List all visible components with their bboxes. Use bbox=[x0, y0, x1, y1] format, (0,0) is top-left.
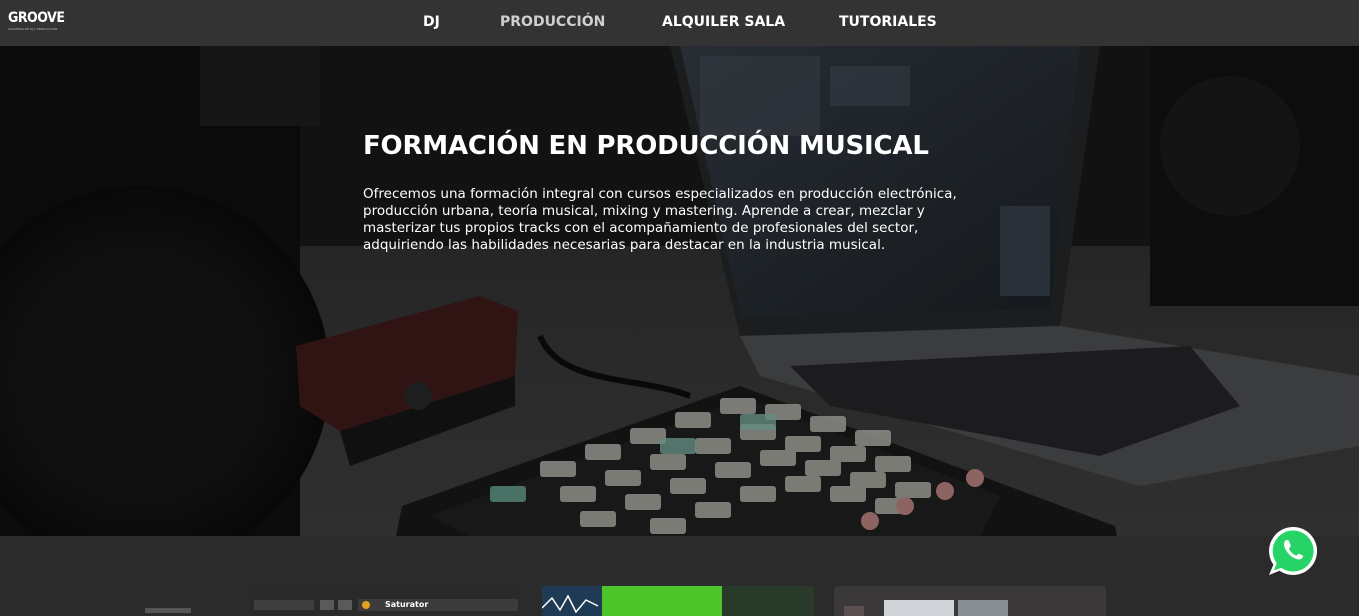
whatsapp-button[interactable] bbox=[1266, 524, 1320, 578]
nav-item-tutoriales[interactable]: TUTORIALES bbox=[839, 12, 937, 32]
scroll-indicator[interactable] bbox=[145, 608, 191, 613]
hero-description: Ofrecemos una formación integral con cur… bbox=[363, 186, 957, 253]
nav-item-dj[interactable]: DJ bbox=[423, 12, 440, 32]
nav-item-produccion[interactable]: PRODUCCIÓN bbox=[500, 12, 605, 32]
courses-section: Saturator bbox=[0, 536, 1359, 616]
course-card-1[interactable]: Saturator bbox=[250, 586, 522, 616]
course-card-1-label: Saturator bbox=[385, 600, 429, 609]
logo-tagline: ACADEMIA DE DJ Y PRODUCCIÓN bbox=[8, 27, 58, 31]
course-card-3-image bbox=[834, 586, 1106, 616]
hero-title: FORMACIÓN EN PRODUCCIÓN MUSICAL bbox=[363, 131, 929, 161]
groove-logo[interactable]: GROOVE ACADEMIA DE DJ Y PRODUCCIÓN bbox=[8, 10, 65, 34]
navbar: GROOVE ACADEMIA DE DJ Y PRODUCCIÓN DJ PR… bbox=[0, 0, 1359, 46]
whatsapp-icon bbox=[1269, 526, 1318, 575]
course-card-3[interactable] bbox=[834, 586, 1106, 616]
logo-wordmark: GROOVE bbox=[8, 10, 65, 26]
course-card-2-image bbox=[542, 586, 814, 616]
hero-section: FORMACIÓN EN PRODUCCIÓN MUSICAL Ofrecemo… bbox=[0, 46, 1359, 536]
course-card-2[interactable] bbox=[542, 586, 814, 616]
hero-background-image bbox=[0, 46, 1359, 536]
nav-item-alquiler-sala[interactable]: ALQUILER SALA bbox=[662, 12, 785, 32]
